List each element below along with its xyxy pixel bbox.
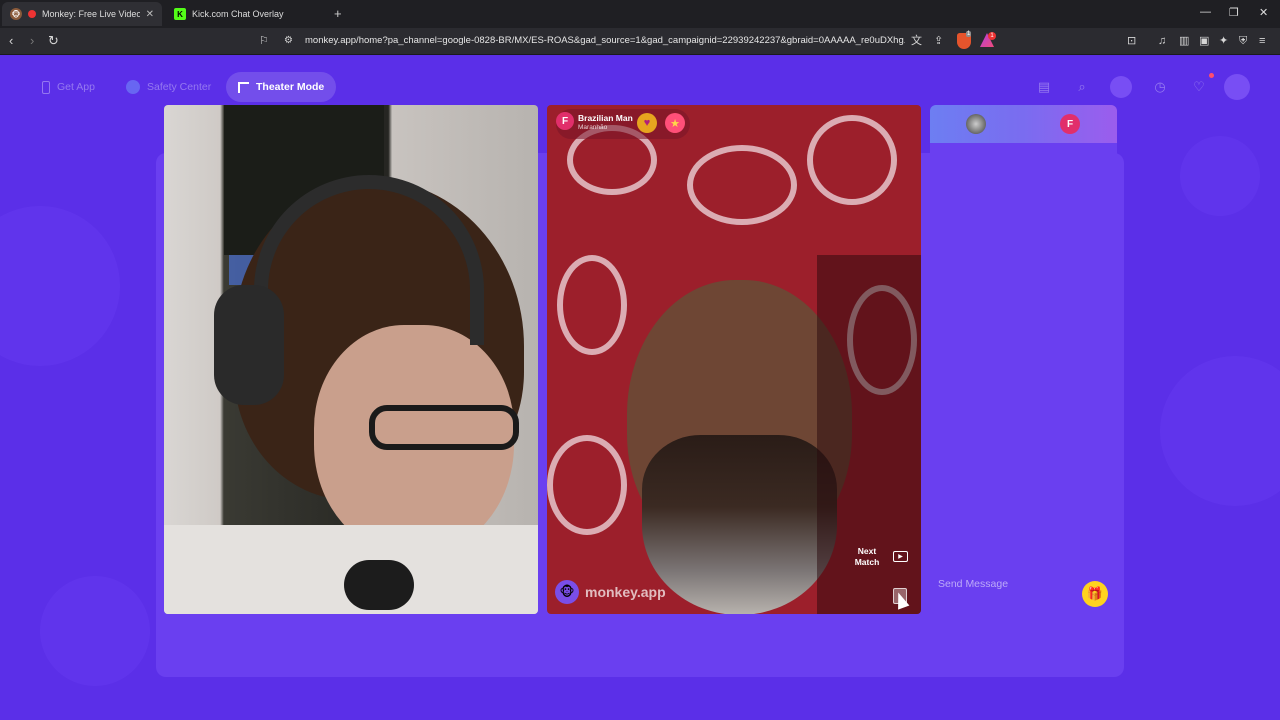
send-message-input[interactable]: Send Message (938, 578, 1078, 590)
browser-tab-bar: 🐵 Monkey: Free Live Video Chat ✕ K Kick.… (0, 0, 1280, 28)
phone-icon (42, 80, 50, 94)
partner-username: Brazilian Man (578, 113, 633, 123)
glasses (369, 405, 519, 450)
menu-icon[interactable]: ≡ (1259, 33, 1265, 49)
bookmark-icon[interactable]: ⚐ (259, 33, 269, 49)
restore-icon[interactable]: ❐ (1229, 6, 1239, 19)
share-icon[interactable]: ⇪ (934, 33, 943, 49)
new-tab-icon[interactable]: + (334, 6, 342, 21)
fabric-pattern (687, 145, 797, 225)
partner-video (547, 105, 921, 614)
reload-icon[interactable]: ↻ (48, 33, 59, 49)
theater-mode-button[interactable]: Theater Mode (226, 72, 337, 102)
wallet-icon[interactable]: ▣ (1199, 33, 1209, 49)
minimize-icon[interactable]: — (1200, 6, 1211, 18)
partner-flag-badge: F (556, 112, 574, 130)
sidebar-icon[interactable]: ▥ (1179, 33, 1189, 49)
get-app-label: Get App (57, 81, 95, 93)
messages-icon[interactable]: ♡ (1188, 76, 1210, 98)
tab-close-icon[interactable]: ✕ (146, 9, 154, 20)
media-icon[interactable]: ⊡ (1127, 33, 1136, 49)
fabric-pattern (807, 115, 897, 205)
background-decoration (1180, 136, 1260, 216)
site-settings-icon[interactable]: ⚙ (284, 33, 293, 49)
chat-header: F (930, 105, 1117, 143)
music-icon[interactable]: ♫ (1158, 33, 1166, 49)
partner-avatar[interactable]: F (1060, 114, 1080, 134)
translate-icon[interactable]: 文 (911, 33, 922, 49)
profile-avatar[interactable] (1224, 74, 1250, 100)
next-match-button[interactable]: Next Match (851, 546, 883, 568)
back-icon[interactable]: ‹ (9, 33, 13, 49)
shop-icon[interactable]: ▤ (1033, 76, 1055, 98)
tab-title: Monkey: Free Live Video Chat (42, 9, 140, 19)
tab-title: Kick.com Chat Overlay (192, 9, 284, 19)
partner-location: Maranhão (578, 124, 608, 131)
coins-icon[interactable] (1110, 76, 1132, 98)
tab-kick-chat[interactable]: K Kick.com Chat Overlay (166, 2, 326, 26)
get-app-button[interactable]: Get App (30, 72, 107, 102)
recording-indicator-icon (28, 10, 36, 18)
self-avatar (966, 114, 986, 134)
gift-icon[interactable]: 🎁 (1082, 581, 1108, 607)
safety-shield-icon (126, 80, 140, 94)
background-decoration (0, 206, 120, 366)
shield-count-badge: 1 (966, 31, 972, 37)
next-match-label-line2: Match (854, 557, 880, 567)
gift-badge-icon[interactable]: ★ (665, 113, 685, 133)
expand-icon (238, 81, 249, 93)
self-video (164, 105, 538, 614)
next-match-icon[interactable]: ▶ (893, 551, 908, 562)
monkey-favicon-icon: 🐵 (10, 8, 22, 20)
headset-earcup (214, 285, 284, 405)
history-icon[interactable]: ◷ (1149, 76, 1171, 98)
chat-panel: F Send Message 🎁 (930, 105, 1117, 614)
leo-ai-icon[interactable]: ✦ (1219, 33, 1228, 49)
theater-mode-label: Theater Mode (256, 81, 325, 93)
vpn-icon[interactable]: ⛨ (1239, 33, 1247, 49)
forward-icon[interactable]: › (30, 33, 34, 49)
background-decoration (40, 576, 150, 686)
kick-favicon-icon: K (174, 8, 186, 20)
like-heart-icon[interactable]: ♥ (637, 113, 657, 133)
notification-dot (1209, 73, 1214, 78)
partner-beard (642, 435, 837, 614)
fabric-pattern (547, 435, 627, 535)
microphone (344, 560, 414, 610)
next-match-label-line1: Next (857, 546, 877, 556)
safety-center-label: Safety Center (147, 81, 212, 93)
browser-toolbar: ‹ › ↻ ⚐ ⚙ monkey.app/home?pa_channel=goo… (0, 28, 1280, 55)
safety-center-button[interactable]: Safety Center (114, 72, 223, 102)
window-close-icon[interactable]: ✕ (1259, 6, 1268, 19)
monkey-logo-icon: 🐵 (555, 580, 579, 604)
address-bar[interactable]: monkey.app/home?pa_channel=google-0828-B… (305, 35, 905, 46)
tab-monkey[interactable]: 🐵 Monkey: Free Live Video Chat ✕ (2, 2, 162, 26)
search-icon[interactable]: ⌕ (1071, 76, 1093, 98)
brand-watermark: monkey.app (585, 584, 666, 600)
rewards-count-badge: 1 (988, 32, 996, 40)
fabric-pattern (557, 255, 627, 355)
background-decoration (1160, 356, 1280, 506)
